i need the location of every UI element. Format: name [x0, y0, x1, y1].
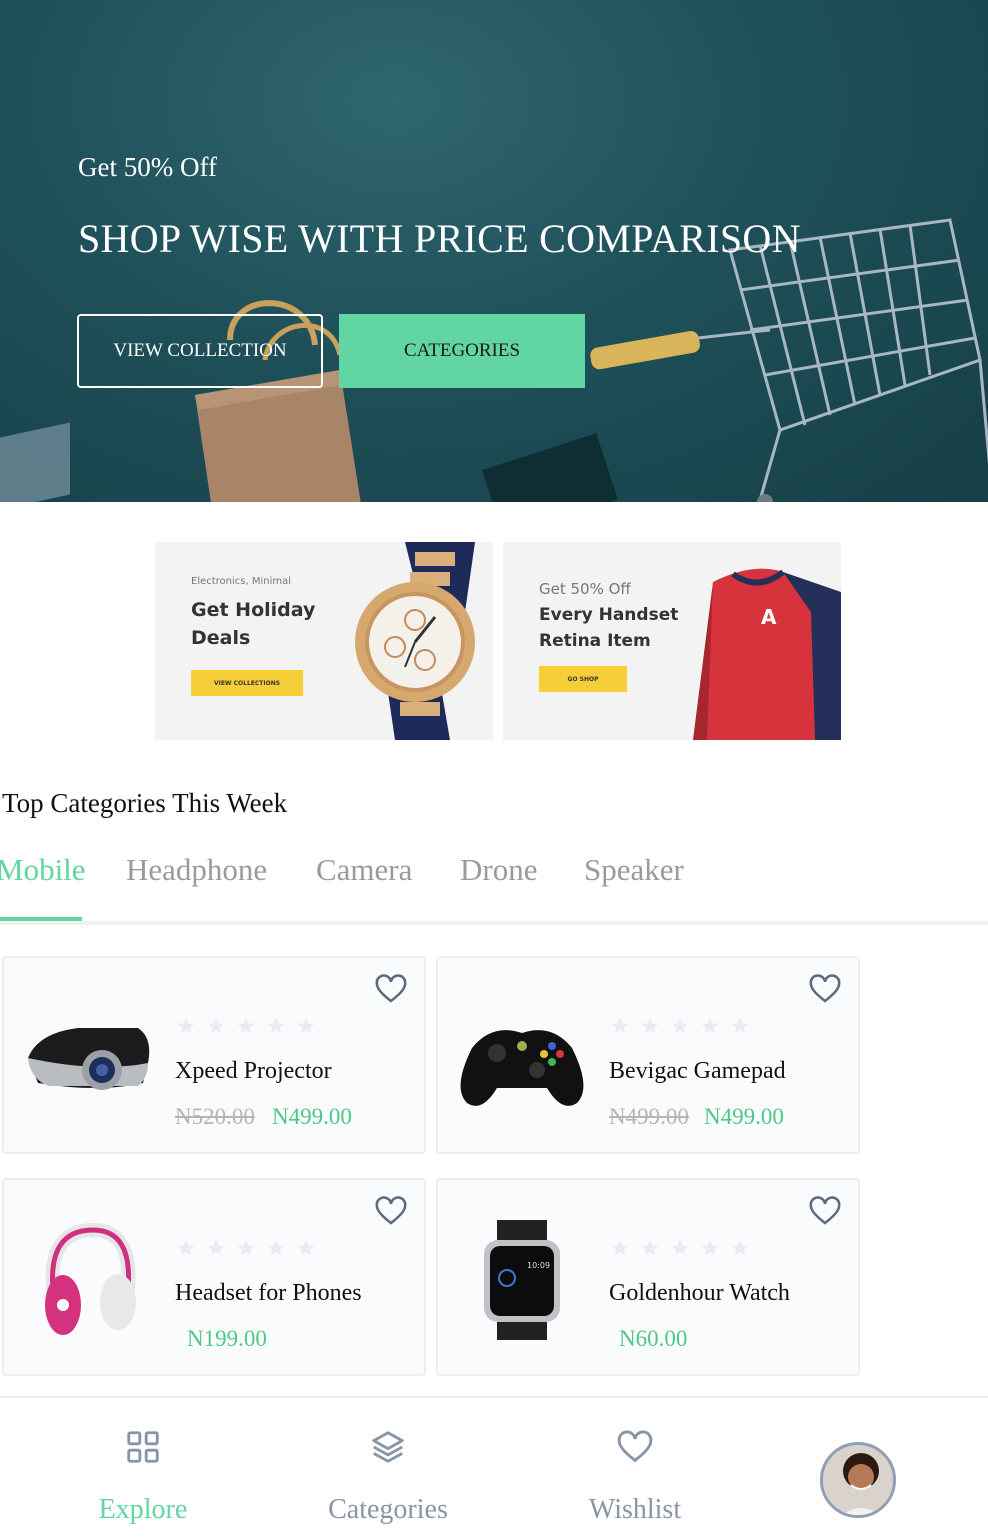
star-icon [237, 1239, 255, 1256]
product-card[interactable]: Headset for Phones N199.00 [2, 1178, 426, 1376]
star-icon [701, 1017, 719, 1034]
product-price: N199.00 [187, 1326, 267, 1351]
product-name[interactable]: Xpeed Projector [175, 1058, 332, 1085]
section-title: Top Categories This Week [2, 788, 288, 818]
promo-title-line1: Get Holiday [191, 599, 316, 621]
promo-title-line2: Retina Item [539, 631, 651, 651]
promo-eyebrow: Electronics, Minimal [191, 576, 292, 587]
bottom-navigation: Explore Categories Wishlist [0, 1396, 988, 1540]
nav-label: Wishlist [588, 1494, 682, 1525]
star-icon [207, 1239, 225, 1256]
star-icon [731, 1239, 749, 1256]
view-collection-button[interactable]: VIEW COLLECTION [77, 314, 323, 388]
product-price: N499.00 [272, 1104, 352, 1129]
longsleeve-shirt-image: A [693, 568, 841, 740]
rating-stars [610, 1016, 750, 1036]
rating-stars [176, 1016, 316, 1036]
projector-image [28, 1028, 150, 1090]
product-price: N499.00 [704, 1104, 784, 1129]
product-old-price: N499.00 [609, 1104, 689, 1129]
star-icon [207, 1017, 225, 1034]
promo-banner-handset[interactable]: Get 50% Off Every Handset Retina Item GO… [503, 542, 841, 740]
gamepad-image [460, 1030, 584, 1106]
promo-title-line2: Deals [191, 627, 251, 649]
rating-stars [176, 1238, 316, 1258]
watch-time: 10:09 [527, 1261, 550, 1270]
nav-wishlist[interactable]: Wishlist [535, 1428, 735, 1526]
promo-banner-holiday-deals[interactable]: Electronics, Minimal Get Holiday Deals V… [155, 542, 493, 740]
hero-title: SHOP WISE WITH PRICE COMPARISON [78, 216, 801, 261]
layers-icon [372, 1431, 404, 1463]
nav-label: Explore [98, 1494, 188, 1525]
tab-speaker[interactable]: Speaker [584, 852, 684, 888]
star-icon [701, 1239, 719, 1256]
nav-categories[interactable]: Categories [288, 1428, 488, 1526]
grid-icon [127, 1431, 159, 1463]
star-icon [641, 1017, 659, 1034]
tab-mobile[interactable]: Mobile [0, 852, 86, 888]
product-card[interactable]: Bevigac Gamepad N499.00 N499.00 [436, 956, 860, 1154]
promo-title-line1: Every Handset [539, 605, 679, 625]
view-collections-chip[interactable]: VIEW COLLECTIONS [191, 670, 303, 696]
wishlist-heart-icon[interactable] [808, 1194, 842, 1228]
heart-icon [617, 1430, 653, 1463]
tab-headphone[interactable]: Headphone [126, 852, 267, 888]
smartwatch-image: 10:09 [484, 1220, 560, 1340]
product-price: N60.00 [619, 1326, 688, 1351]
star-icon [267, 1017, 285, 1034]
promo-eyebrow: Get 50% Off [539, 580, 631, 598]
star-icon [611, 1017, 629, 1034]
svg-text:A: A [761, 605, 777, 629]
star-icon [731, 1017, 749, 1034]
product-card[interactable]: Xpeed Projector N520.00 N499.00 [2, 956, 426, 1154]
tab-camera[interactable]: Camera [316, 852, 412, 888]
wristwatch-image [355, 542, 475, 740]
nav-label: Categories [328, 1494, 448, 1525]
star-icon [177, 1239, 195, 1256]
decorative-box [0, 422, 70, 502]
product-name[interactable]: Headset for Phones [175, 1280, 362, 1307]
star-icon [237, 1017, 255, 1034]
headphones-image [45, 1222, 136, 1335]
hero-eyebrow: Get 50% Off [78, 152, 217, 182]
decorative-box [482, 433, 618, 502]
star-icon [267, 1239, 285, 1256]
star-icon [671, 1239, 689, 1256]
star-icon [297, 1017, 315, 1034]
rating-stars [610, 1238, 750, 1258]
star-icon [297, 1239, 315, 1256]
product-name[interactable]: Bevigac Gamepad [609, 1058, 786, 1085]
star-icon [611, 1239, 629, 1256]
product-old-price: N520.00 [175, 1104, 255, 1129]
star-icon [671, 1017, 689, 1034]
tab-drone[interactable]: Drone [460, 852, 537, 888]
go-shop-chip[interactable]: GO SHOP [539, 666, 627, 692]
star-icon [641, 1239, 659, 1256]
wishlist-heart-icon[interactable] [374, 1194, 408, 1228]
categories-button[interactable]: CATEGORIES [339, 314, 585, 388]
product-card[interactable]: 10:09 Goldenhour Watch N60.00 [436, 1178, 860, 1376]
tabs-divider [0, 921, 988, 925]
nav-explore[interactable]: Explore [43, 1428, 243, 1526]
star-icon [177, 1017, 195, 1034]
product-name[interactable]: Goldenhour Watch [609, 1280, 790, 1307]
wishlist-heart-icon[interactable] [374, 972, 408, 1006]
person-avatar-image [823, 1445, 893, 1515]
wishlist-heart-icon[interactable] [808, 972, 842, 1006]
hero-banner: Get 50% Off SHOP WISE WITH PRICE COMPARI… [0, 0, 988, 502]
profile-avatar[interactable] [820, 1442, 896, 1518]
